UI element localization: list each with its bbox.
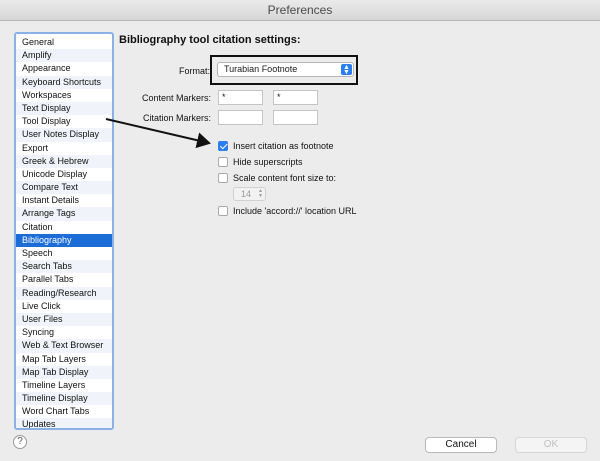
- ok-button[interactable]: OK: [515, 437, 587, 453]
- help-button[interactable]: ?: [13, 435, 27, 449]
- annotation-arrow: [105, 118, 211, 149]
- cancel-button[interactable]: Cancel: [425, 437, 497, 453]
